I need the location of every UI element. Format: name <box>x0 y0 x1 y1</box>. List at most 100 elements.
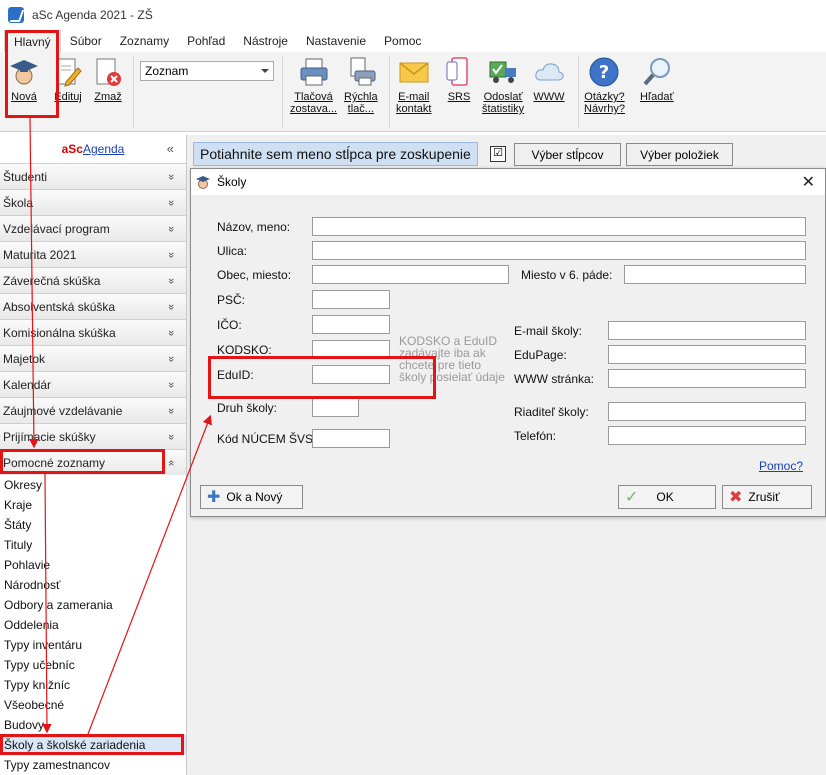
odoslat-label-1: Odoslať <box>483 91 523 103</box>
tab-zoznamy[interactable]: Zoznamy <box>111 30 178 52</box>
graduate-icon <box>196 176 210 189</box>
sidebar-group-studenti[interactable]: Študenti» <box>0 163 186 189</box>
label-www: WWW stránka: <box>514 372 594 386</box>
ribbon-separator <box>133 56 134 128</box>
druh-input[interactable] <box>312 398 359 417</box>
list-item-kraje[interactable]: Kraje <box>0 495 186 515</box>
label-riaditel: Riaditeľ školy: <box>514 405 589 419</box>
brand-label[interactable]: aScAgenda <box>62 142 125 156</box>
list-item-oddelenia[interactable]: Oddelenia <box>0 615 186 635</box>
psc-input[interactable] <box>312 290 390 309</box>
ok-a-novy-button[interactable]: ✚ Ok a Nový <box>200 485 303 509</box>
sidebar-group-maturita[interactable]: Maturita 2021» <box>0 241 186 267</box>
www-input[interactable] <box>608 369 806 388</box>
edituj-label: Edituj <box>54 91 82 103</box>
list-item-typy-zamestnancov[interactable]: Typy zamestnancov <box>0 755 186 775</box>
sidebar-group-prijimacie[interactable]: Prijímacie skúšky» <box>0 423 186 449</box>
tab-hlavny[interactable]: Hlavný <box>4 30 61 52</box>
list-item-budovy[interactable]: Budovy <box>0 715 186 735</box>
chevron-down-icon: » <box>164 277 177 284</box>
list-item-skoly[interactable]: Školy a školské zariadenia <box>0 735 186 755</box>
help-link[interactable]: Pomoc? <box>759 459 803 473</box>
obec-input[interactable] <box>312 265 509 284</box>
hladat-button[interactable]: Hľadať <box>640 56 674 103</box>
chevron-up-icon: « <box>164 459 177 466</box>
ribbon-separator <box>282 56 283 128</box>
edit-document-icon <box>56 58 82 87</box>
app-logo-icon <box>8 7 24 23</box>
list-item-odbory[interactable]: Odbory a zamerania <box>0 595 186 615</box>
kodsko-input[interactable] <box>312 340 390 359</box>
email-label-2: kontakt <box>396 103 432 115</box>
list-item-typy-inventaru[interactable]: Typy inventáru <box>0 635 186 655</box>
tab-nastroje[interactable]: Nástroje <box>234 30 297 52</box>
kod-nucem-input[interactable] <box>312 429 390 448</box>
list-item-narodnost[interactable]: Národnosť <box>0 575 186 595</box>
chevron-down-icon: » <box>164 303 177 310</box>
list-item-okresy[interactable]: Okresy <box>0 475 186 495</box>
group-by-bar[interactable]: Potiahnite sem meno stĺpca pre zoskupeni… <box>193 142 478 166</box>
list-item-pohlavie[interactable]: Pohlavie <box>0 555 186 575</box>
skoly-dialog: Školy ✕ Názov, meno: Ulica: Obec, miesto… <box>190 168 826 517</box>
tab-pomoc[interactable]: Pomoc <box>375 30 430 52</box>
sidebar-group-zaverecna[interactable]: Záverečná skúška» <box>0 267 186 293</box>
list-item-tituly[interactable]: Tituly <box>0 535 186 555</box>
otazky-navrhy-button[interactable]: ? Otázky? Návrhy? <box>584 56 625 115</box>
view-combo-value: Zoznam <box>145 64 189 78</box>
collapse-icon[interactable]: « <box>167 141 174 156</box>
tab-pohlad[interactable]: Pohľad <box>178 30 234 52</box>
chevron-down-icon: » <box>164 173 177 180</box>
ulica-input[interactable] <box>312 241 806 260</box>
nazov-input[interactable] <box>312 217 806 236</box>
sidebar-group-vzdelavaci-program[interactable]: Vzdelávací program» <box>0 215 186 241</box>
www-label: WWW <box>533 91 565 103</box>
sidebar-group-komisionalna[interactable]: Komisionálna skúška» <box>0 319 186 345</box>
vyber-stlpcov-button[interactable]: Výber stĺpcov <box>514 143 621 166</box>
sidebar-group-pomocne-zoznamy[interactable]: Pomocné zoznamy « <box>0 449 186 475</box>
odoslat-statistiky-button[interactable]: Odoslať štatistiky <box>482 56 524 115</box>
menu-bar: Hlavný Súbor Zoznamy Pohľad Nástroje Nas… <box>0 30 826 52</box>
sidebar-group-skola[interactable]: Škola» <box>0 189 186 215</box>
label-obec: Obec, miesto: <box>217 268 292 282</box>
rychla-label-1: Rýchla <box>344 91 378 103</box>
list-item-typy-kniznic[interactable]: Typy knižníc <box>0 675 186 695</box>
sidebar-group-absolventska[interactable]: Absolventská skúška» <box>0 293 186 319</box>
label-druh: Druh školy: <box>217 401 278 415</box>
tlacova-zostava-button[interactable]: Tlačová zostava... <box>290 56 337 115</box>
rychla-tlac-button[interactable]: Rýchla tlač... <box>344 56 378 115</box>
nova-button[interactable]: Nová <box>8 56 40 103</box>
list-item-staty[interactable]: Štáty <box>0 515 186 535</box>
edupage-input[interactable] <box>608 345 806 364</box>
label-kod-nucem: Kód NÚCEM ŠVS: <box>217 432 317 446</box>
zmaz-button[interactable]: Zmaž <box>92 56 124 103</box>
www-button[interactable]: WWW <box>533 56 565 103</box>
riaditel-input[interactable] <box>608 402 806 421</box>
ok-button[interactable]: ✓ OK <box>618 485 716 509</box>
email-label-1: E-mail <box>398 91 430 103</box>
title-bar: aSc Agenda 2021 - ZŠ <box>0 0 826 30</box>
label-nazov: Názov, meno: <box>217 220 291 234</box>
eduid-input[interactable] <box>312 365 390 384</box>
chevron-down-icon: » <box>164 199 177 206</box>
view-combo[interactable]: Zoznam <box>140 61 274 81</box>
vyber-poloziek-button[interactable]: Výber položiek <box>626 143 733 166</box>
ribbon-toolbar: Nová Edituj Zmaž Zoznam Tlačová zostava.… <box>0 52 826 132</box>
email-input[interactable] <box>608 321 806 340</box>
sidebar-group-kalendar[interactable]: Kalendár» <box>0 371 186 397</box>
list-item-typy-ucebnic[interactable]: Typy učebníc <box>0 655 186 675</box>
miesto6-input[interactable] <box>624 265 806 284</box>
tab-nastavenie[interactable]: Nastavenie <box>297 30 375 52</box>
close-icon[interactable]: ✕ <box>802 172 815 192</box>
ico-input[interactable] <box>312 315 390 334</box>
grid-checkbox[interactable]: ☑ <box>490 146 506 162</box>
srs-button[interactable]: SRS <box>443 56 475 103</box>
zrusit-button[interactable]: ✖ Zrušiť <box>722 485 812 509</box>
edituj-button[interactable]: Edituj <box>52 56 84 103</box>
tab-subor[interactable]: Súbor <box>61 30 111 52</box>
sidebar-group-majetok[interactable]: Majetok» <box>0 345 186 371</box>
list-item-vseobecne[interactable]: Všeobecné <box>0 695 186 715</box>
email-kontakt-button[interactable]: E-mail kontakt <box>396 56 431 115</box>
telefon-input[interactable] <box>608 426 806 445</box>
sidebar-group-zaujmove[interactable]: Záujmové vzdelávanie» <box>0 397 186 423</box>
svg-text:?: ? <box>599 62 609 83</box>
